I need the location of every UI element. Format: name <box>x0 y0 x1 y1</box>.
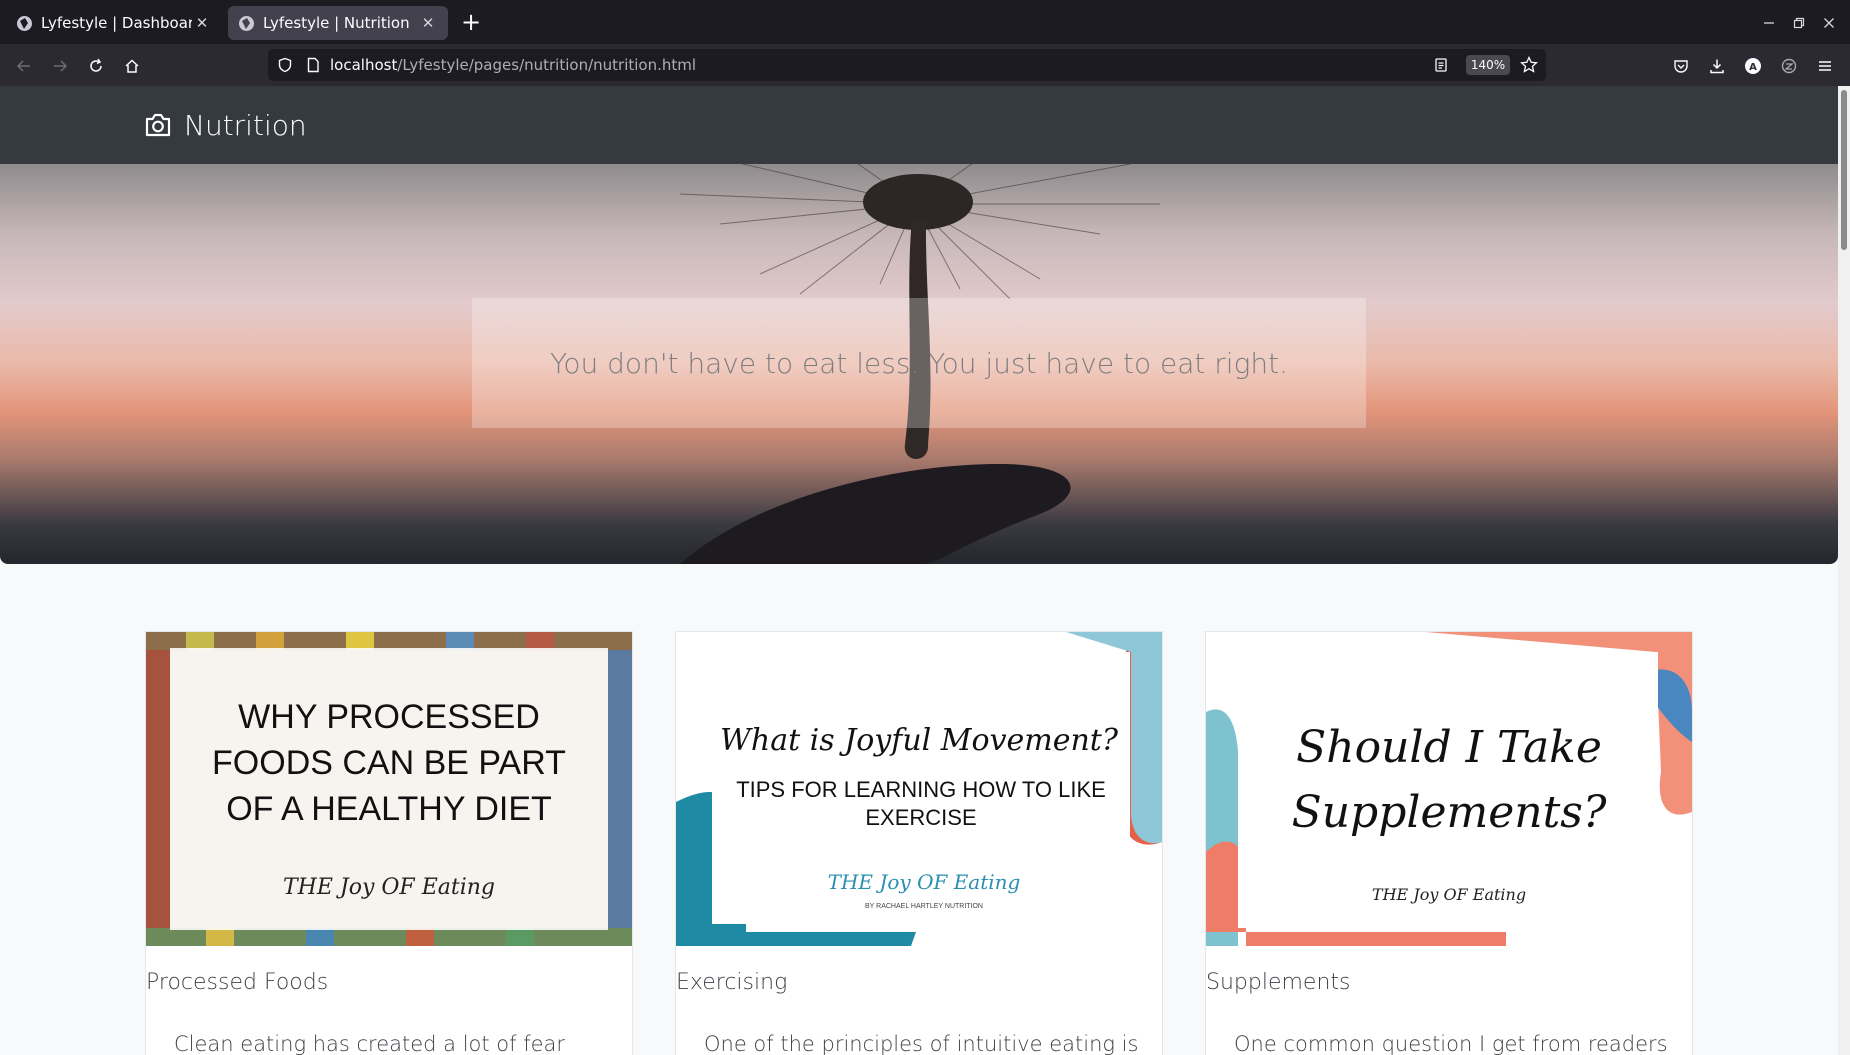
shield-icon[interactable] <box>276 56 294 74</box>
hero-quote: You don't have to eat less. You just hav… <box>550 346 1288 380</box>
new-tab-button[interactable]: + <box>458 10 484 36</box>
card-text: Clean eating has created a lot of fear <box>174 1032 566 1055</box>
svg-text:Should I Take: Should I Take <box>1296 722 1602 773</box>
brand-label: Nutrition <box>184 108 307 142</box>
close-window-icon[interactable] <box>1816 10 1842 36</box>
svg-text:A: A <box>1749 62 1757 73</box>
svg-text:THE Joy OF Eating: THE Joy OF Eating <box>1372 885 1526 904</box>
reader-view-icon[interactable] <box>1432 56 1450 74</box>
bookmark-star-icon[interactable] <box>1520 56 1538 74</box>
card-title[interactable]: Exercising <box>676 970 787 995</box>
svg-text:FOODS CAN BE PART: FOODS CAN BE PART <box>212 744 566 782</box>
forward-arrow-icon[interactable] <box>46 52 74 80</box>
back-arrow-icon[interactable] <box>10 52 38 80</box>
home-icon[interactable] <box>118 52 146 80</box>
page-scrollbar[interactable] <box>1838 86 1850 1055</box>
minimize-icon[interactable] <box>1756 10 1782 36</box>
hero-quote-box: You don't have to eat less. You just hav… <box>472 298 1366 428</box>
svg-text:THE Joy OF Eating: THE Joy OF Eating <box>828 870 1021 894</box>
site-navbar: Nutrition <box>0 86 1838 164</box>
url-host: localhost <box>330 56 398 74</box>
browser-toolbar: localhost/Lyfestyle/pages/nutrition/nutr… <box>0 44 1850 86</box>
tab-title: Lyfestyle | Nutrition <box>263 14 410 32</box>
svg-text:OF A HEALTHY DIET: OF A HEALTHY DIET <box>226 790 552 828</box>
extension-icon[interactable] <box>1775 52 1803 80</box>
tab-title: Lyfestyle | Dashboard <box>41 14 192 32</box>
svg-text:EXERCISE: EXERCISE <box>865 805 976 830</box>
page-icon[interactable] <box>304 56 322 74</box>
svg-text:WHY PROCESSED: WHY PROCESSED <box>238 698 540 736</box>
url-text[interactable]: localhost/Lyfestyle/pages/nutrition/nutr… <box>330 56 696 74</box>
reload-icon[interactable] <box>82 52 110 80</box>
card-image[interactable]: Should I Take Supplements? THE Joy OF Ea… <box>1206 632 1692 946</box>
tab-dashboard[interactable]: Lyfestyle | Dashboard ✕ <box>6 6 222 40</box>
camera-icon <box>144 112 172 138</box>
page-viewport: Nutrition You don't have to eat less. Yo… <box>0 86 1838 1055</box>
svg-text:What is Joyful Movement?: What is Joyful Movement? <box>720 723 1119 758</box>
firefox-favicon-icon <box>16 15 33 32</box>
restore-icon[interactable] <box>1786 10 1812 36</box>
card-image[interactable]: What is Joyful Movement? TIPS FOR LEARNI… <box>676 632 1162 946</box>
address-bar[interactable]: localhost/Lyfestyle/pages/nutrition/nutr… <box>268 49 1546 81</box>
article-card-supplements[interactable]: Should I Take Supplements? THE Joy OF Ea… <box>1205 631 1693 1055</box>
account-avatar-icon[interactable]: A <box>1739 52 1767 80</box>
joyful-movement-cover-image: What is Joyful Movement? TIPS FOR LEARNI… <box>676 632 1162 946</box>
tab-close-icon[interactable]: ✕ <box>192 13 212 33</box>
article-card-processed-foods[interactable]: WHY PROCESSED FOODS CAN BE PART OF A HEA… <box>145 631 633 1055</box>
hero-banner: You don't have to eat less. You just hav… <box>0 164 1838 564</box>
svg-text:BY RACHAEL HARTLEY NUTRITION: BY RACHAEL HARTLEY NUTRITION <box>865 903 983 910</box>
firefox-favicon-icon <box>238 15 255 32</box>
processed-foods-cover-image: WHY PROCESSED FOODS CAN BE PART OF A HEA… <box>146 632 632 946</box>
card-title[interactable]: Supplements <box>1206 970 1350 995</box>
scrollbar-thumb[interactable] <box>1841 90 1847 250</box>
downloads-icon[interactable] <box>1703 52 1731 80</box>
menu-hamburger-icon[interactable] <box>1811 52 1839 80</box>
tab-close-icon[interactable]: ✕ <box>418 13 438 33</box>
card-image[interactable]: WHY PROCESSED FOODS CAN BE PART OF A HEA… <box>146 632 632 946</box>
article-card-exercising[interactable]: What is Joyful Movement? TIPS FOR LEARNI… <box>675 631 1163 1055</box>
browser-tab-strip: Lyfestyle | Dashboard ✕ Lyfestyle | Nutr… <box>0 0 1850 44</box>
card-title[interactable]: Processed Foods <box>146 970 328 995</box>
navbar-brand[interactable]: Nutrition <box>144 108 307 142</box>
card-text: One of the principles of intuitive eatin… <box>704 1032 1139 1055</box>
pocket-icon[interactable] <box>1667 52 1695 80</box>
svg-text:THE Joy OF Eating: THE Joy OF Eating <box>283 875 495 900</box>
supplements-cover-image: Should I Take Supplements? THE Joy OF Ea… <box>1206 632 1692 946</box>
svg-text:Supplements?: Supplements? <box>1292 787 1607 838</box>
svg-text:TIPS FOR LEARNING HOW TO LIKE: TIPS FOR LEARNING HOW TO LIKE <box>736 777 1106 802</box>
zoom-indicator[interactable]: 140% <box>1466 55 1510 75</box>
tab-nutrition[interactable]: Lyfestyle | Nutrition ✕ <box>228 6 448 40</box>
url-path: /Lyfestyle/pages/nutrition/nutrition.htm… <box>397 56 697 74</box>
card-text: One common question I get from readers <box>1234 1032 1668 1055</box>
